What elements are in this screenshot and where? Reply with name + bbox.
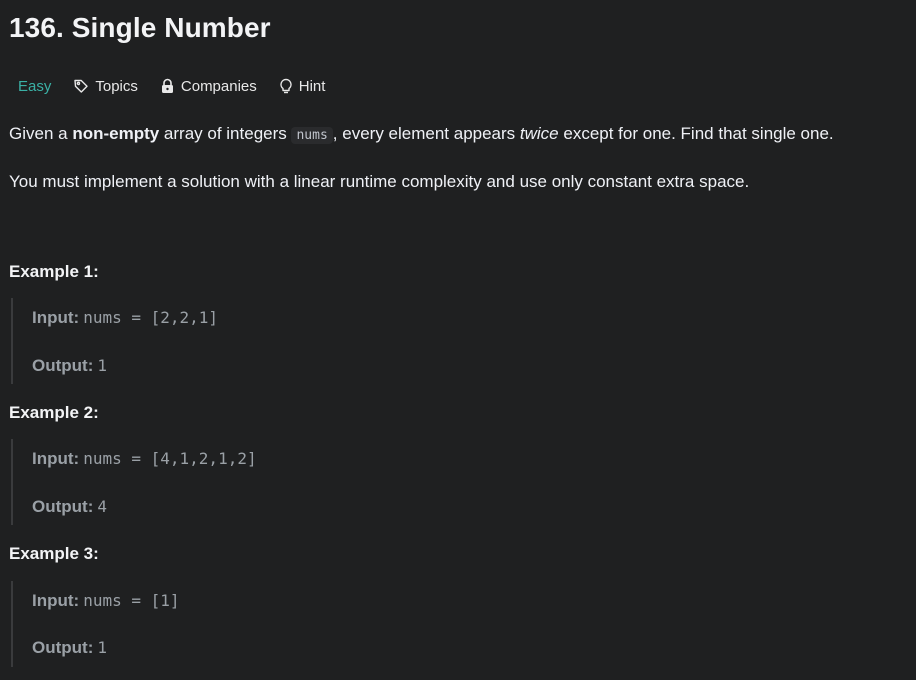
statement-bold-text: non-empty xyxy=(72,124,160,143)
difficulty-badge: Easy xyxy=(18,77,52,95)
statement-paragraph-2: You must implement a solution with a lin… xyxy=(9,172,750,191)
problem-statement: Given a non-empty array of integers nums… xyxy=(9,123,896,193)
example-2-block: Input: nums = [4,1,2,1,2] Output: 4 xyxy=(11,439,313,525)
input-value: nums = [1] xyxy=(83,591,180,610)
statement-text: except for one. Find that single one. xyxy=(558,124,834,143)
tag-icon xyxy=(73,78,89,94)
companies-label: Companies xyxy=(180,77,257,95)
problem-tags-row: Easy Topics Companies Hint xyxy=(18,76,325,96)
lightbulb-icon xyxy=(279,78,293,95)
output-label: Output: xyxy=(32,356,94,375)
lock-icon xyxy=(160,78,175,94)
example-1-input: Input: nums = [2,2,1] xyxy=(32,308,218,328)
output-label: Output: xyxy=(32,497,94,516)
input-label: Input: xyxy=(32,591,80,610)
statement-paragraph-1: Given a non-empty array of integers nums… xyxy=(9,123,896,147)
output-value: 4 xyxy=(97,497,107,516)
example-3-title: Example 3: xyxy=(9,544,99,563)
statement-text: , every element appears xyxy=(332,124,520,143)
output-value: 1 xyxy=(97,638,107,657)
hint-label: Hint xyxy=(298,77,326,95)
companies-tag-button[interactable]: Companies xyxy=(160,78,257,95)
input-value: nums = [2,2,1] xyxy=(83,308,219,327)
topics-label: Topics xyxy=(95,77,138,95)
example-3-block: Input: nums = [1] Output: 1 xyxy=(11,581,313,667)
example-2-input: Input: nums = [4,1,2,1,2] xyxy=(32,449,257,469)
example-3-input: Input: nums = [1] xyxy=(32,591,180,611)
input-label: Input: xyxy=(32,449,80,468)
example-1-block: Input: nums = [2,2,1] Output: 1 xyxy=(11,298,313,384)
example-1-output: Output: 1 xyxy=(32,356,107,376)
input-value: nums = [4,1,2,1,2] xyxy=(83,449,257,468)
output-value: 1 xyxy=(97,356,107,375)
problem-title: 136. Single Number xyxy=(9,12,271,43)
problem-description-panel: 136. Single Number Easy Topics Companies xyxy=(0,0,916,680)
output-label: Output: xyxy=(32,638,94,657)
inline-code-nums: nums xyxy=(291,127,333,144)
topics-tag-button[interactable]: Topics xyxy=(73,78,138,95)
example-3-output: Output: 1 xyxy=(32,638,107,658)
statement-italic-text: twice xyxy=(519,124,559,143)
statement-text: Given a xyxy=(9,124,73,143)
statement-text: array of integers xyxy=(159,124,292,143)
example-1-title: Example 1: xyxy=(9,262,99,281)
example-2-output: Output: 4 xyxy=(32,497,107,517)
input-label: Input: xyxy=(32,308,80,327)
example-2-title: Example 2: xyxy=(9,403,99,422)
hint-tag-button[interactable]: Hint xyxy=(279,77,326,95)
